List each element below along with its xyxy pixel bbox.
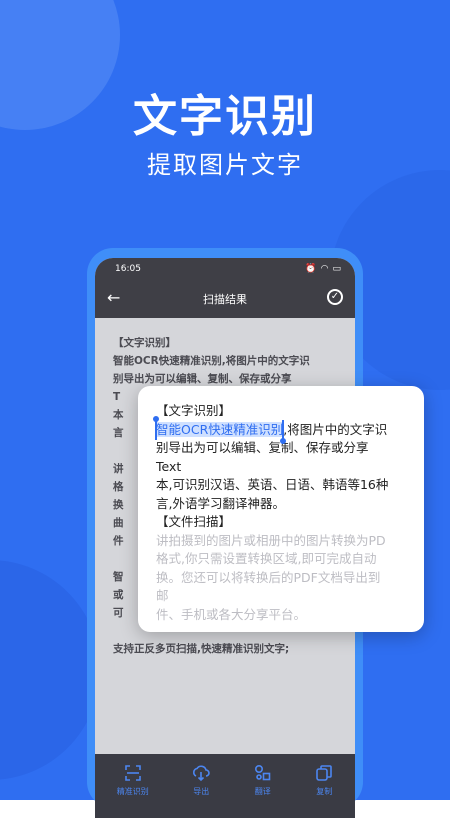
hero-title: 文字识别 bbox=[133, 91, 317, 142]
selection-handle-end[interactable] bbox=[280, 419, 287, 444]
ocr-line: 【文字识别】 bbox=[113, 337, 176, 349]
battery-icon: ▭ bbox=[332, 264, 341, 274]
tab-export[interactable]: 导出 bbox=[192, 764, 210, 797]
card-line-5: 言,外语学习翻译神器。 bbox=[156, 495, 285, 511]
tab-accurate-recognition[interactable]: 精准识别 bbox=[117, 764, 149, 797]
card-faded-line: 邮 bbox=[156, 588, 169, 603]
status-bar: 16:05 ⏰ ◠ ▭ bbox=[95, 258, 355, 280]
card-line-3: Text bbox=[156, 458, 182, 474]
nav-bar: ← 扫描结果 ✓ bbox=[95, 280, 355, 318]
tab-copy[interactable]: 复制 bbox=[315, 764, 333, 797]
card-line-4: 本,可识别汉语、英语、日语、韩语等16种 bbox=[156, 477, 389, 492]
card-text[interactable]: 【文字识别】 智能OCR快速精准识别 ,将图片中的文字识 别导出为可以编辑、复制、… bbox=[153, 402, 412, 624]
tab-label: 翻译 bbox=[254, 787, 271, 796]
hero-subtitle: 提取图片文字 bbox=[147, 151, 303, 179]
wifi-icon: ◠ bbox=[320, 264, 329, 274]
confirm-check-icon[interactable]: ✓ bbox=[327, 289, 343, 305]
back-arrow-icon[interactable]: ← bbox=[107, 288, 120, 307]
card-line-1: 智能OCR快速精准识别 ,将图片中的文字识 bbox=[153, 415, 412, 444]
tab-label: 精准识别 bbox=[116, 787, 149, 796]
text-selection-card: 【文字识别】 智能OCR快速精准识别 ,将图片中的文字识 别导出为可以编辑、复制、… bbox=[138, 386, 424, 632]
tab-label: 导出 bbox=[193, 787, 210, 796]
card-heading-file-scan: 【文件扫描】 bbox=[156, 514, 232, 529]
card-faded-line: 讲拍摄到的图片或相册中的图片转换为PD bbox=[156, 532, 386, 548]
card-heading-text-recognition: 【文字识别】 bbox=[156, 403, 232, 418]
ocr-line: 支持正反多页扫描,快速精准识别文字; bbox=[113, 643, 290, 655]
bottom-toolbar: 精准识别 导出 翻译 复制 bbox=[95, 754, 355, 818]
selected-text[interactable]: 智能OCR快速精准识别 bbox=[153, 415, 287, 444]
alarm-icon: ⏰ bbox=[305, 264, 317, 274]
status-time: 16:05 bbox=[115, 264, 141, 274]
nav-title: 扫描结果 bbox=[203, 293, 247, 306]
tab-label: 复制 bbox=[316, 787, 333, 796]
translate-icon bbox=[254, 764, 271, 781]
selection-handle-start[interactable] bbox=[153, 415, 159, 440]
tab-translate[interactable]: 翻译 bbox=[254, 764, 272, 797]
decor-circle-bottom-left bbox=[0, 560, 100, 780]
card-faded-line: 件、手机或各大分享平台。 bbox=[156, 606, 307, 622]
card-faded-line: 换。您还可以将转换后的PDF文档导出到 bbox=[156, 569, 381, 585]
ocr-line: 智能OCR快速精准识别,将图片中的文字识 bbox=[113, 355, 310, 367]
scan-icon bbox=[124, 765, 141, 781]
export-icon bbox=[193, 765, 210, 782]
copy-icon bbox=[316, 765, 333, 781]
status-icons: ⏰ ◠ ▭ bbox=[305, 264, 341, 274]
card-faded-line: 格式,你只需设置转换区域,即可完成自动 bbox=[156, 551, 377, 566]
